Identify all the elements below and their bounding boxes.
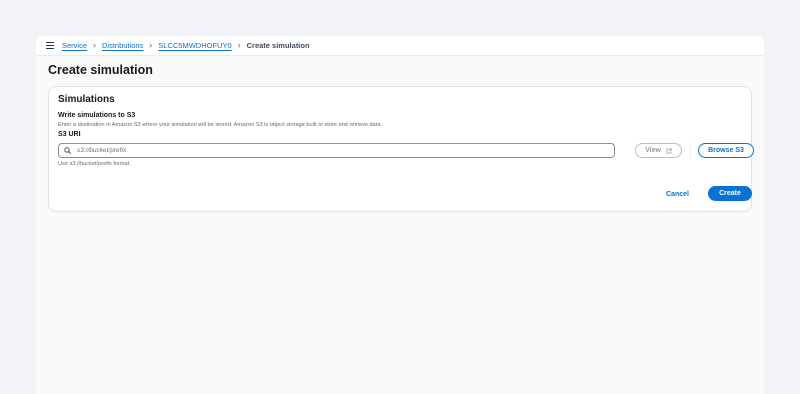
external-link-icon [666,147,672,153]
constraint-text: Use s3://bucket/prefix format. [58,161,131,167]
menu-icon[interactable] [46,42,54,49]
chevron-right-icon: › [237,40,241,50]
button-divider [690,143,691,158]
breadcrumb-distribution-id[interactable]: SLCC5MWDHOFUY0 [158,41,231,50]
breadcrumb: Service › Distributions › SLCC5MWDHOFUY0… [62,40,310,51]
page-title: Create simulation [48,63,153,77]
s3-uri-placeholder: s3://bucket/prefix [77,147,127,154]
simulations-panel: Simulations Write simulations to S3 Ente… [48,86,754,212]
view-button[interactable]: View [635,143,682,158]
breadcrumb-distributions[interactable]: Distributions [102,41,143,50]
browse-s3-button[interactable]: Browse S3 [698,143,754,158]
field-description: Enter a destination in Amazon S3 where y… [58,122,382,128]
create-button[interactable]: Create [708,186,752,201]
panel-title: Simulations [58,94,115,105]
cancel-button[interactable]: Cancel [666,187,689,201]
breadcrumb-bar: Service › Distributions › SLCC5MWDHOFUY0… [36,36,764,56]
view-button-label: View [645,147,661,154]
breadcrumb-service[interactable]: Service [62,41,87,50]
breadcrumb-current: Create simulation [246,41,310,50]
s3-uri-input[interactable]: s3://bucket/prefix [58,143,615,158]
field-label: Write simulations to S3 [58,112,136,119]
search-icon [64,147,71,154]
s3-uri-label: S3 URI [58,131,81,138]
chevron-right-icon: › [93,40,97,50]
chevron-right-icon: › [149,40,153,50]
app-window: Service › Distributions › SLCC5MWDHOFUY0… [36,36,764,394]
